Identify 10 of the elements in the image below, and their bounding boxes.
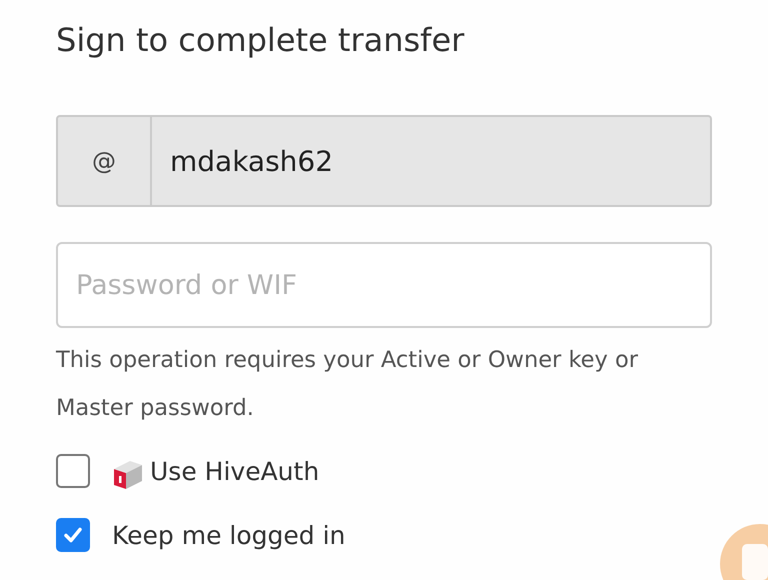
password-field[interactable]: Password or WIF [56,242,712,328]
checkbox[interactable] [56,518,90,552]
dialog-title: Sign to complete transfer [56,20,466,61]
username-field[interactable]: mdakash62 [152,115,712,207]
hive-box-icon [112,459,144,491]
option-label: Keep me logged in [112,520,346,550]
help-text: This operation requires your Active or Owner key or Master password. [56,346,640,423]
at-sign-prefix: @ [56,115,152,207]
option-label: Use HiveAuth [150,456,320,486]
checkbox[interactable] [56,454,90,488]
